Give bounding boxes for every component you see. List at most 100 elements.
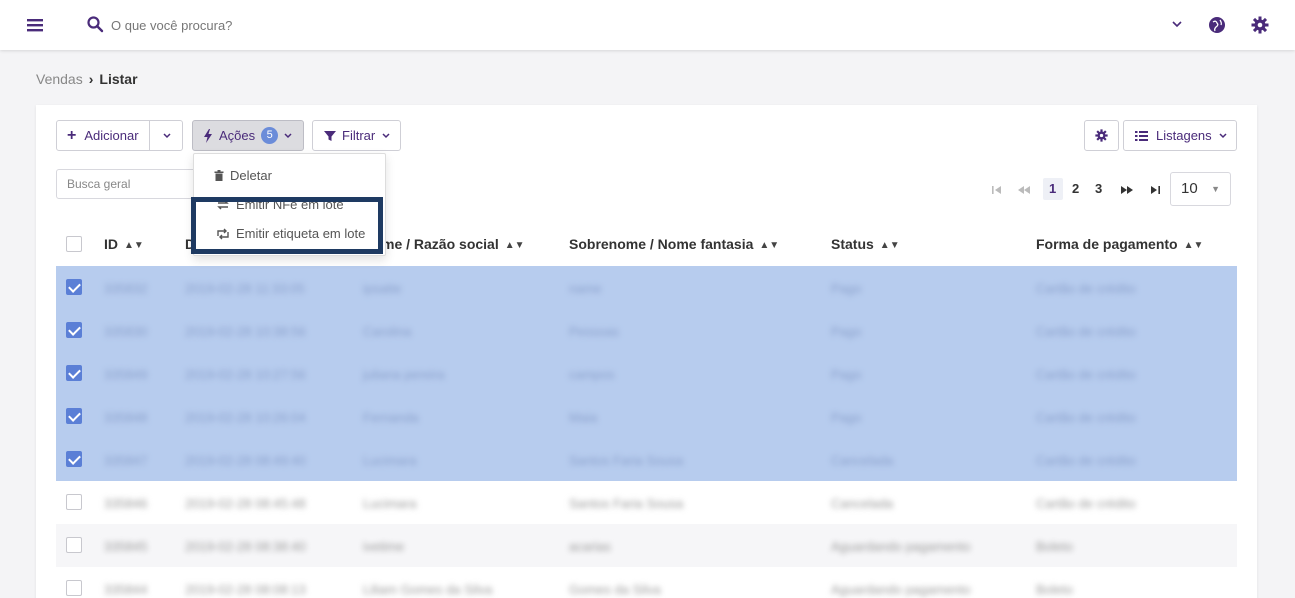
table-row[interactable]: 335845 2019-02-28 08:38:40 ivetime acarias A… — [56, 524, 1237, 567]
bolt-icon — [204, 128, 212, 143]
plus-icon: + — [67, 126, 77, 144]
cell-name: juliana pereira — [363, 367, 445, 382]
cell-id: 335848 — [104, 410, 148, 425]
filter-button[interactable]: Filtrar — [312, 120, 401, 151]
breadcrumb-parent[interactable]: Vendas — [36, 71, 83, 87]
globe-icon[interactable] — [1208, 16, 1226, 34]
select-all-checkbox[interactable] — [66, 236, 82, 252]
cell-payment: Cartão de crédito — [1036, 453, 1136, 468]
cell-id: 335849 — [104, 367, 148, 382]
cell-status: Pago — [831, 410, 862, 425]
page-1[interactable]: 1 — [1049, 181, 1056, 196]
add-button[interactable]: + Adicionar — [56, 120, 183, 151]
row-checkbox[interactable] — [66, 279, 82, 295]
cell-id: 335846 — [104, 496, 148, 511]
cell-status: Pago — [831, 281, 862, 296]
cell-status: Aguardando pagamento — [831, 582, 971, 597]
cell-surname: Santos Faria Sousa — [569, 496, 684, 511]
menu-item-delete[interactable]: Deletar — [214, 168, 272, 183]
table-row[interactable]: 335846 2019-02-28 08:45:48 Lucimara Santos … — [56, 481, 1237, 524]
row-checkbox[interactable] — [66, 408, 82, 424]
column-payment[interactable]: Forma de pagamento ▲▼ — [1036, 236, 1203, 252]
chevron-down-icon — [1219, 132, 1227, 138]
cell-payment: Boleto — [1036, 539, 1073, 554]
sort-icon: ▲▼ — [504, 239, 525, 251]
last-page-icon[interactable] — [1149, 184, 1161, 196]
cell-date: 2019-02-28 08:38:40 — [185, 539, 306, 554]
chevron-down-icon[interactable] — [1170, 17, 1184, 31]
cell-date: 2019-02-28 10:38:56 — [185, 324, 306, 339]
cell-name: Liliam Gomes da Silva — [363, 582, 493, 597]
cell-date: 2019-02-28 08:08:13 — [185, 582, 306, 597]
cell-name: Carolina — [363, 324, 412, 339]
row-checkbox[interactable] — [66, 365, 82, 381]
cell-surname: Gomes da Silva — [569, 582, 661, 597]
actions-button[interactable]: Ações 5 — [192, 120, 304, 151]
cell-id: 335847 — [104, 453, 148, 468]
column-surname[interactable]: Sobrenome / Nome fantasia ▲▼ — [569, 236, 779, 252]
row-checkbox[interactable] — [66, 451, 82, 467]
cell-status: Pago — [831, 324, 862, 339]
list-icon — [1135, 130, 1148, 141]
sort-icon: ▲▼ — [759, 239, 780, 251]
table-row[interactable]: 335830 2019-02-28 10:38:56 Carolina Pessoas… — [56, 309, 1237, 352]
page-3[interactable]: 3 — [1095, 181, 1102, 196]
cell-status: Aguardando pagamento — [831, 539, 971, 554]
per-page-value: 10 — [1181, 180, 1198, 197]
first-page-icon[interactable] — [991, 184, 1003, 196]
table-row[interactable]: 335847 2019-02-28 08:49:40 Lucimara Santos … — [56, 438, 1237, 481]
menu-icon[interactable] — [26, 16, 44, 34]
breadcrumb-separator: › — [88, 71, 94, 87]
cell-status: Pago — [831, 367, 862, 382]
global-search-input[interactable] — [111, 14, 511, 36]
cell-surname: acarias — [569, 539, 611, 554]
actions-count-badge: 5 — [261, 127, 279, 144]
row-checkbox[interactable] — [66, 494, 82, 510]
cell-surname: Maia — [569, 410, 598, 425]
cell-payment: Cartão de crédito — [1036, 410, 1136, 425]
cell-payment: Cartão de crédito — [1036, 496, 1136, 511]
row-checkbox[interactable] — [66, 322, 82, 338]
cell-surname: Santos Faria Sousa — [569, 453, 684, 468]
cell-date: 2019-02-28 10:27:56 — [185, 367, 306, 382]
highlight-frame — [191, 197, 383, 254]
cell-date: 2019-02-28 08:49:40 — [185, 453, 306, 468]
column-id[interactable]: ID ▲▼ — [104, 236, 144, 252]
cell-surname: Pessoas — [569, 324, 619, 339]
cell-payment: Cartão de crédito — [1036, 324, 1136, 339]
table-row[interactable]: 335849 2019-02-28 10:27:56 juliana pereira… — [56, 352, 1237, 395]
next-page-icon[interactable] — [1121, 184, 1133, 196]
listings-button-label: Listagens — [1156, 128, 1212, 143]
chevron-down-icon — [382, 132, 390, 138]
cell-date: 2019-02-28 10:26:04 — [185, 410, 306, 425]
table-row[interactable]: 335844 2019-02-28 08:08:13 Liliam Gomes da… — [56, 567, 1237, 598]
top-bar — [0, 0, 1295, 50]
row-checkbox[interactable] — [66, 537, 82, 553]
divider — [149, 121, 150, 150]
table-settings-button[interactable] — [1084, 120, 1119, 151]
sort-icon: ▲▼ — [124, 239, 144, 251]
row-checkbox[interactable] — [66, 580, 82, 596]
page-2[interactable]: 2 — [1072, 181, 1079, 196]
chevron-down-icon[interactable] — [161, 130, 173, 142]
caret-down-icon: ▼ — [1211, 184, 1220, 194]
gear-icon[interactable] — [1251, 16, 1269, 34]
general-search-input[interactable] — [56, 169, 196, 199]
cell-surname: name — [569, 281, 602, 296]
table-row[interactable]: 335832 2019-02-28 11:33:05 ipsatte name Pago… — [56, 266, 1237, 309]
table-row[interactable]: 335848 2019-02-28 10:26:04 Fernanda Maia Pag… — [56, 395, 1237, 438]
cell-payment: Boleto — [1036, 582, 1073, 597]
cell-id: 335845 — [104, 539, 148, 554]
menu-item-label: Deletar — [230, 168, 272, 183]
add-button-label: Adicionar — [84, 128, 139, 143]
cell-payment: Cartão de crédito — [1036, 367, 1136, 382]
listings-button[interactable]: Listagens — [1123, 120, 1237, 151]
sort-icon: ▲▼ — [879, 239, 900, 251]
column-status[interactable]: Status ▲▼ — [831, 236, 900, 252]
cell-status: Cancelada — [831, 453, 894, 468]
per-page-select[interactable]: 10 ▼ — [1170, 172, 1231, 206]
cell-name: Lucimara — [363, 496, 417, 511]
column-name[interactable]: me / Razão social ▲▼ — [382, 236, 525, 252]
previous-page-icon[interactable] — [1018, 184, 1030, 196]
cell-name: Lucimara — [363, 453, 417, 468]
